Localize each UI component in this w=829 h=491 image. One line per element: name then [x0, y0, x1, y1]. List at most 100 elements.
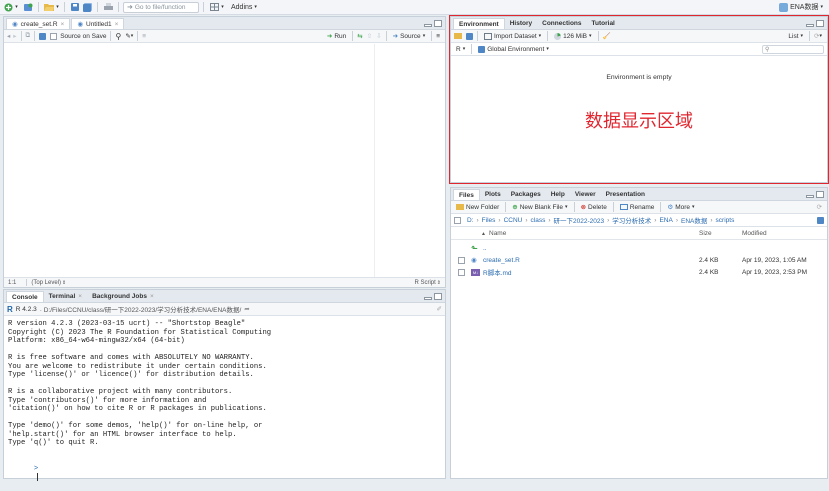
project-icon[interactable] — [817, 216, 824, 224]
source-on-save-checkbox[interactable] — [50, 32, 58, 40]
go-to-directory-icon[interactable]: ➦ — [244, 305, 249, 313]
console-prompt[interactable]: > — [8, 456, 441, 491]
global-environment-select[interactable]: Global Environment ▾ — [476, 45, 551, 53]
go-up-icon[interactable]: ⇧ — [367, 32, 372, 40]
chevron-down-icon[interactable]: ▾ — [220, 4, 225, 10]
tab-connections[interactable]: Connections — [537, 18, 586, 29]
breadcrumb-item[interactable]: Files — [482, 217, 496, 224]
tab-tutorial[interactable]: Tutorial — [587, 18, 620, 29]
column-name[interactable]: Name — [489, 230, 506, 237]
working-directory[interactable]: · D:/Files/CCNU/class/研一下2022-2023/学习分析技… — [40, 304, 242, 314]
tab-viewer[interactable]: Viewer — [570, 189, 601, 200]
tab-plots[interactable]: Plots — [480, 189, 506, 200]
grid-layout-icon[interactable] — [208, 3, 220, 11]
outline-icon[interactable]: ≡ — [436, 33, 440, 40]
save-icon[interactable] — [39, 32, 47, 40]
minimize-icon[interactable] — [806, 194, 814, 198]
search-icon[interactable]: ⚲ — [115, 32, 121, 41]
forward-arrow-icon[interactable]: ▸ — [13, 32, 16, 40]
tab-console[interactable]: Console — [6, 291, 44, 302]
tab-presentation[interactable]: Presentation — [601, 189, 650, 200]
scope-indicator[interactable]: (Top Level) — [31, 280, 61, 286]
table-row[interactable]: ◉ create_set.R 2.4 KB Apr 19, 2023, 1:05… — [451, 254, 827, 266]
minimize-icon[interactable] — [424, 296, 432, 300]
tab-environment[interactable]: Environment — [453, 18, 505, 29]
go-down-icon[interactable]: ⇩ — [376, 32, 381, 40]
new-folder-button[interactable]: New Folder — [454, 204, 501, 211]
close-icon[interactable]: × — [115, 21, 119, 28]
go-to-file-function-input[interactable]: ➜ Go to file/function — [123, 1, 199, 13]
chevron-down-icon[interactable]: ▾ — [131, 33, 134, 39]
tab-files[interactable]: Files — [453, 189, 480, 200]
tab-help[interactable]: Help — [546, 189, 570, 200]
code-editor[interactable] — [4, 44, 445, 278]
save-icon[interactable] — [69, 3, 81, 11]
table-row[interactable]: M↓ R脚本.md 2.4 KB Apr 19, 2023, 2:53 PM — [451, 266, 827, 278]
tab-history[interactable]: History — [505, 18, 537, 29]
parent-directory-link[interactable]: .. — [483, 245, 487, 252]
delete-button[interactable]: ⊗ Delete — [579, 203, 609, 212]
environment-search-input[interactable]: ⚲ — [762, 44, 824, 54]
load-workspace-icon[interactable] — [454, 33, 462, 39]
console-output[interactable]: R version 4.2.3 (2023-03-15 ucrt) -- "Sh… — [4, 317, 445, 481]
close-icon[interactable]: × — [150, 293, 154, 300]
chevron-down-icon[interactable]: ▾ — [819, 33, 822, 39]
tab-background-jobs[interactable]: Background Jobs × — [87, 291, 159, 302]
clear-console-icon[interactable]: ✐ — [437, 305, 442, 313]
breadcrumb-item[interactable]: 研一下2022-2023 — [554, 215, 605, 225]
column-size[interactable]: Size — [699, 230, 712, 237]
save-workspace-icon[interactable] — [466, 32, 473, 40]
parent-directory-row[interactable]: ⬑ .. — [451, 242, 827, 254]
run-button[interactable]: ➜ Run — [325, 32, 348, 41]
breadcrumb-item[interactable]: class — [531, 217, 546, 224]
more-button[interactable]: ⚙ More ▾ — [665, 203, 696, 212]
tab-packages[interactable]: Packages — [506, 189, 546, 200]
minimize-icon[interactable] — [806, 23, 814, 27]
maximize-icon[interactable] — [434, 19, 442, 27]
back-arrow-icon[interactable]: ◂ — [7, 32, 10, 40]
chevron-down-icon[interactable]: ▾ — [14, 4, 19, 10]
maximize-icon[interactable] — [816, 190, 824, 198]
breadcrumb-item[interactable]: CCNU — [504, 217, 523, 224]
outline-icon[interactable]: ≡ — [142, 33, 146, 40]
tab-terminal[interactable]: Terminal × — [44, 291, 87, 302]
minimize-icon[interactable] — [424, 23, 432, 27]
new-file-icon[interactable] — [2, 2, 14, 13]
tab-untitled1[interactable]: ◉ Untitled1 × — [71, 18, 125, 29]
breadcrumb-item[interactable]: 学习分析技术 — [612, 215, 651, 225]
close-icon[interactable]: × — [61, 21, 65, 28]
print-icon[interactable] — [102, 3, 114, 11]
open-file-icon[interactable] — [43, 3, 55, 11]
row-checkbox[interactable] — [458, 268, 465, 276]
refresh-icon[interactable]: ⟳ — [817, 203, 822, 211]
row-checkbox[interactable] — [458, 256, 465, 264]
select-all-checkbox[interactable] — [454, 216, 461, 224]
chevron-down-icon[interactable]: ▾ — [55, 4, 60, 10]
breadcrumb-item[interactable]: ENA — [659, 217, 672, 224]
close-icon[interactable]: × — [78, 293, 82, 300]
new-blank-file-button[interactable]: ⊕ New Blank File ▾ — [510, 203, 569, 212]
file-type-indicator[interactable]: R Script — [414, 280, 435, 286]
save-all-icon[interactable] — [81, 2, 93, 12]
rename-button[interactable]: Rename — [618, 204, 657, 211]
broom-icon[interactable]: 🧹 — [603, 32, 611, 40]
maximize-icon[interactable] — [434, 292, 442, 300]
list-view-button[interactable]: List ▾ — [786, 33, 805, 40]
file-name[interactable]: R脚本.md — [483, 267, 512, 277]
addins-menu[interactable]: Addins ▾ — [229, 4, 259, 11]
rerun-icon[interactable]: ⇆ — [357, 32, 362, 40]
memory-usage-button[interactable]: 126 MiB ▾ — [552, 32, 593, 40]
tab-create-set[interactable]: ◉ create_set.R × — [6, 18, 71, 29]
file-name[interactable]: create_set.R — [483, 257, 520, 264]
breadcrumb-item[interactable]: D: — [467, 217, 474, 224]
new-project-icon[interactable] — [22, 3, 34, 12]
project-menu[interactable]: ENA数据 ▾ — [779, 2, 823, 12]
language-select[interactable]: R ▾ — [454, 46, 467, 53]
import-dataset-button[interactable]: Import Dataset ▾ — [482, 32, 543, 40]
breadcrumb-item[interactable]: ENA数据 — [681, 215, 707, 225]
breadcrumb-item[interactable]: scripts — [716, 217, 735, 224]
source-button[interactable]: ➜ Source ▾ — [391, 32, 428, 41]
column-modified[interactable]: Modified — [742, 230, 767, 237]
maximize-icon[interactable] — [816, 19, 824, 27]
show-in-window-icon[interactable]: ⧉ — [26, 32, 31, 40]
